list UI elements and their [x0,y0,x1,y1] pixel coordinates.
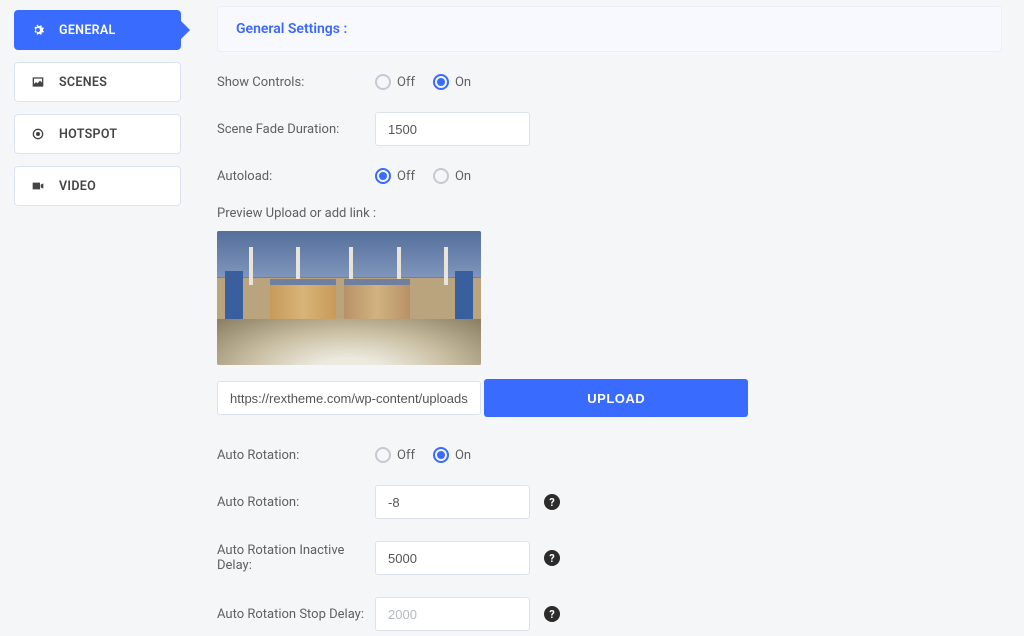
row-auto-rotation-stop: Auto Rotation Stop Delay: ? [217,597,1002,631]
nav-general[interactable]: GENERAL [14,10,181,50]
gears-icon [29,21,47,39]
help-icon[interactable]: ? [544,550,560,566]
label-auto-rotation-toggle: Auto Rotation: [217,448,375,463]
row-auto-rotation-value: Auto Rotation: ? [217,485,1002,519]
auto-rotation-inactive-input[interactable] [375,541,530,575]
nav-label: GENERAL [59,23,116,38]
nav-label: VIDEO [59,179,96,194]
video-icon [29,177,47,195]
help-icon[interactable]: ? [544,494,560,510]
label-scene-fade: Scene Fade Duration: [217,122,375,137]
upload-url-input[interactable] [217,381,481,415]
upload-button[interactable]: UPLOAD [484,379,748,417]
image-icon [29,73,47,91]
row-autoload: Autoload: Off On [217,168,1002,184]
label-show-controls: Show Controls: [217,75,375,90]
label-preview-upload: Preview Upload or add link : [217,206,1002,221]
row-show-controls: Show Controls: Off On [217,74,1002,90]
nav-label: HOTSPOT [59,127,117,142]
nav-hotspot[interactable]: HOTSPOT [14,114,181,154]
autoload-off[interactable]: Off [375,168,415,184]
show-controls-on[interactable]: On [433,74,471,90]
show-controls-off[interactable]: Off [375,74,415,90]
auto-rotation-off[interactable]: Off [375,447,415,463]
auto-rotation-input[interactable] [375,485,530,519]
auto-rotation-stop-input[interactable] [375,597,530,631]
row-scene-fade: Scene Fade Duration: [217,112,1002,146]
nav-video[interactable]: VIDEO [14,166,181,206]
label-auto-rotation-stop: Auto Rotation Stop Delay: [217,607,375,622]
auto-rotation-on[interactable]: On [433,447,471,463]
autoload-on[interactable]: On [433,168,471,184]
row-auto-rotation-inactive: Auto Rotation Inactive Delay: ? [217,541,1002,575]
label-auto-rotation-value: Auto Rotation: [217,495,375,510]
panel-title: General Settings : [217,6,1002,52]
label-auto-rotation-inactive: Auto Rotation Inactive Delay: [217,543,375,573]
row-auto-rotation-toggle: Auto Rotation: Off On [217,447,1002,463]
main-panel: General Settings : Show Controls: Off On… [195,0,1024,636]
preview-image[interactable] [217,231,481,365]
help-icon[interactable]: ? [544,606,560,622]
target-icon [29,125,47,143]
nav-label: SCENES [59,75,107,90]
nav-scenes[interactable]: SCENES [14,62,181,102]
scene-fade-input[interactable] [375,112,530,146]
sidebar: GENERAL SCENES HOTSPOT VIDEO [0,0,195,636]
label-autoload: Autoload: [217,169,375,184]
